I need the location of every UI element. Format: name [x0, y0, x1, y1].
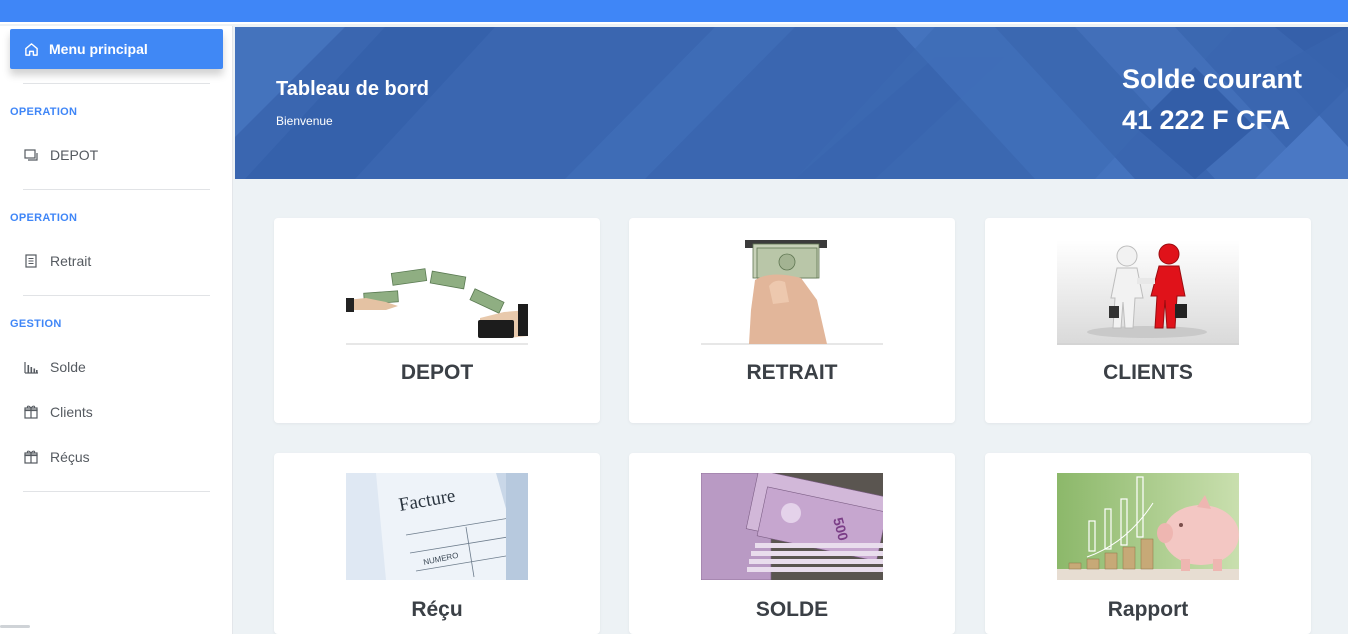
sidebar-item-label: Solde [50, 359, 86, 375]
card-label: SOLDE [755, 598, 829, 621]
balance-label: Solde courant [1122, 64, 1303, 94]
bar-chart-icon [23, 359, 39, 375]
header-background-pattern [235, 27, 1348, 179]
piggy-bank-image [1057, 473, 1239, 580]
card-label: Rapport [1107, 598, 1189, 621]
top-bar [0, 0, 1348, 24]
handshake-image [1057, 240, 1239, 345]
depot-icon [23, 147, 39, 163]
menu-principal-button[interactable]: Menu principal [10, 29, 223, 69]
sidebar-item-depot[interactable]: DEPOT [23, 144, 98, 166]
divider [23, 491, 210, 492]
sidebar-item-retrait[interactable]: Retrait [23, 250, 91, 272]
card-clients[interactable]: CLIENTS [985, 218, 1311, 423]
sidebar-scrollbar[interactable] [0, 625, 30, 628]
divider [23, 83, 210, 84]
menu-principal-label: Menu principal [49, 41, 148, 57]
card-label: Réçu [411, 598, 463, 621]
sidebar-item-solde[interactable]: Solde [23, 356, 86, 378]
sidebar: Menu principal OPERATION DEPOT OPERATION… [0, 26, 233, 634]
card-depot[interactable]: DEPOT [274, 218, 600, 423]
section-heading-gestion: GESTION [10, 318, 62, 330]
divider [23, 189, 210, 190]
page-title: Tableau de bord [276, 78, 429, 100]
divider [23, 295, 210, 296]
invoice-image: Facture NUMERO [346, 473, 528, 580]
card-retrait[interactable]: RETRAIT [629, 218, 955, 423]
card-label: CLIENTS [1103, 361, 1193, 384]
sidebar-item-clients[interactable]: Clients [23, 401, 93, 423]
money-transfer-image [346, 240, 528, 345]
balance-value: 41 222 F CFA [1122, 105, 1291, 135]
page-subtitle: Bienvenue [276, 114, 333, 128]
section-heading-operation: OPERATION [10, 212, 78, 224]
sidebar-item-label: DEPOT [50, 147, 99, 163]
gift-icon [23, 449, 39, 465]
card-label: DEPOT [400, 361, 474, 384]
sidebar-item-label: Retrait [50, 253, 92, 269]
banknotes-image: 500 [701, 473, 883, 580]
card-label: RETRAIT [746, 361, 838, 384]
sidebar-item-recus[interactable]: Réçus [23, 446, 90, 468]
card-solde[interactable]: 500 SOLDE [629, 453, 955, 634]
card-recu[interactable]: Facture NUMERO Réçu [274, 453, 600, 634]
receipt-icon [23, 253, 39, 269]
sidebar-item-label: Réçus [50, 449, 90, 465]
dashboard-header: Tableau de bord Bienvenue Solde courant … [235, 27, 1348, 179]
section-heading-operation: OPERATION [10, 106, 78, 118]
gift-icon [23, 404, 39, 420]
card-rapport[interactable]: Rapport [985, 453, 1311, 634]
sidebar-item-label: Clients [50, 404, 93, 420]
home-icon [25, 42, 38, 56]
atm-cash-image [701, 240, 883, 345]
